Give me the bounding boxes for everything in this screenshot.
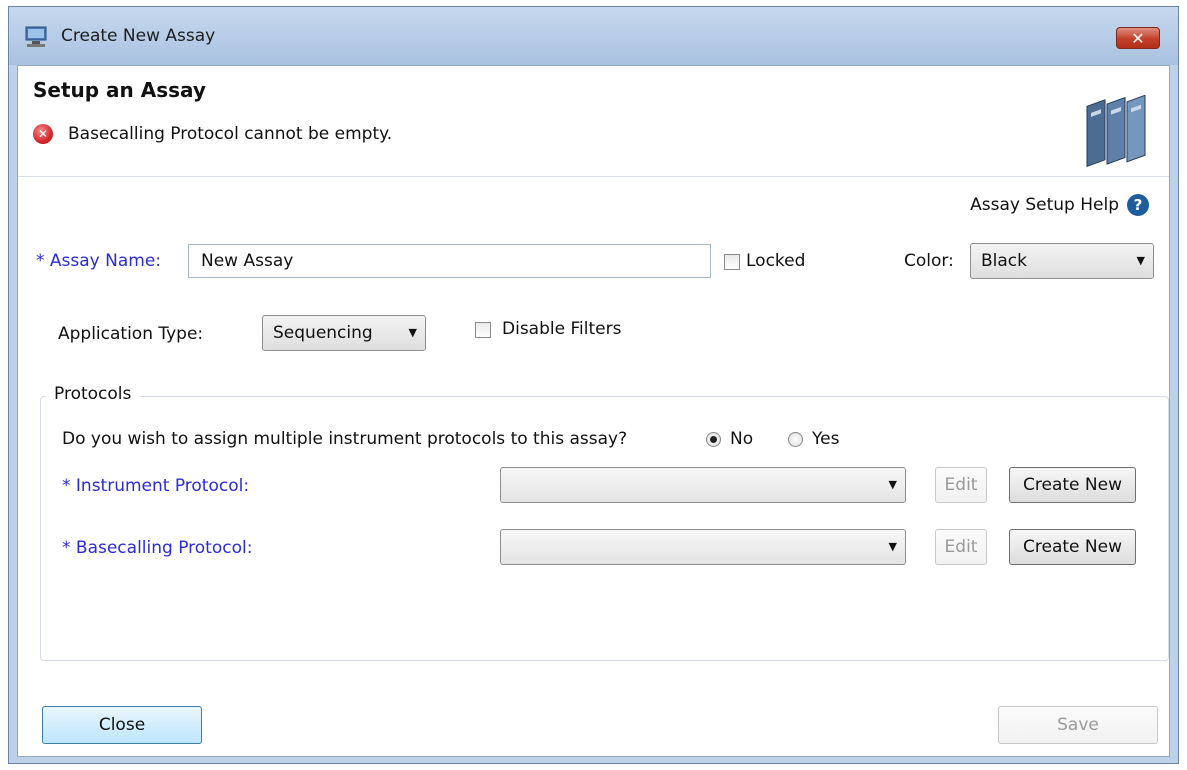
locked-checkbox[interactable] bbox=[724, 254, 740, 270]
create-assay-window: Create New Assay ✕ Setup an Assay ✕ Base… bbox=[8, 6, 1179, 764]
radio-no-label: No bbox=[730, 429, 754, 449]
assay-name-input[interactable]: New Assay bbox=[188, 244, 711, 278]
protocols-legend: Protocols bbox=[46, 384, 140, 404]
instrument-protocol-select[interactable]: ▼ bbox=[500, 467, 906, 503]
help-icon[interactable]: ? bbox=[1127, 194, 1149, 216]
multiple-protocols-question: Do you wish to assign multiple instrumen… bbox=[62, 429, 628, 449]
dialog-body: Setup an Assay ✕ Basecalling Protocol ca… bbox=[17, 65, 1170, 757]
close-icon: ✕ bbox=[1131, 29, 1145, 48]
assay-name-label: * Assay Name: bbox=[36, 251, 162, 271]
radio-yes-label: Yes bbox=[812, 429, 840, 449]
application-type-label: Application Type: bbox=[58, 324, 204, 344]
color-select-value: Black bbox=[981, 251, 1027, 271]
disable-filters-checkbox[interactable] bbox=[475, 322, 491, 338]
application-type-value: Sequencing bbox=[273, 323, 373, 343]
disable-filters-label: Disable Filters bbox=[502, 319, 622, 339]
chevron-down-icon: ▼ bbox=[408, 326, 417, 339]
title-bar[interactable]: Create New Assay ✕ bbox=[9, 7, 1178, 65]
chevron-down-icon: ▼ bbox=[888, 540, 897, 553]
save-button[interactable]: Save bbox=[998, 706, 1158, 744]
window-close-button[interactable]: ✕ bbox=[1116, 27, 1160, 49]
edit-basecalling-button[interactable]: Edit bbox=[935, 529, 987, 565]
radio-yes[interactable] bbox=[788, 432, 803, 447]
chevron-down-icon: ▼ bbox=[888, 478, 897, 491]
application-type-select[interactable]: Sequencing ▼ bbox=[262, 315, 426, 351]
radio-no[interactable] bbox=[706, 432, 721, 447]
error-icon: ✕ bbox=[33, 124, 53, 144]
locked-label: Locked bbox=[746, 251, 806, 271]
instrument-protocol-label: * Instrument Protocol: bbox=[62, 476, 250, 496]
page-title: Setup an Assay bbox=[33, 78, 206, 102]
chevron-down-icon: ▼ bbox=[1136, 254, 1145, 267]
assay-setup-help-link[interactable]: Assay Setup Help bbox=[970, 195, 1119, 215]
dialog-header: Setup an Assay ✕ Basecalling Protocol ca… bbox=[18, 66, 1169, 177]
basecalling-protocol-label: * Basecalling Protocol: bbox=[62, 538, 253, 558]
basecalling-protocol-select[interactable]: ▼ bbox=[500, 529, 906, 565]
create-new-instrument-button[interactable]: Create New bbox=[1009, 467, 1136, 503]
close-button[interactable]: Close bbox=[42, 706, 202, 744]
create-new-basecalling-button[interactable]: Create New bbox=[1009, 529, 1136, 565]
window-title: Create New Assay bbox=[61, 26, 216, 46]
error-message: Basecalling Protocol cannot be empty. bbox=[68, 124, 393, 144]
assay-books-icon bbox=[1086, 94, 1146, 168]
color-label: Color: bbox=[904, 251, 954, 271]
color-select[interactable]: Black ▼ bbox=[970, 243, 1154, 279]
edit-instrument-button[interactable]: Edit bbox=[935, 467, 987, 503]
app-icon bbox=[25, 26, 47, 47]
